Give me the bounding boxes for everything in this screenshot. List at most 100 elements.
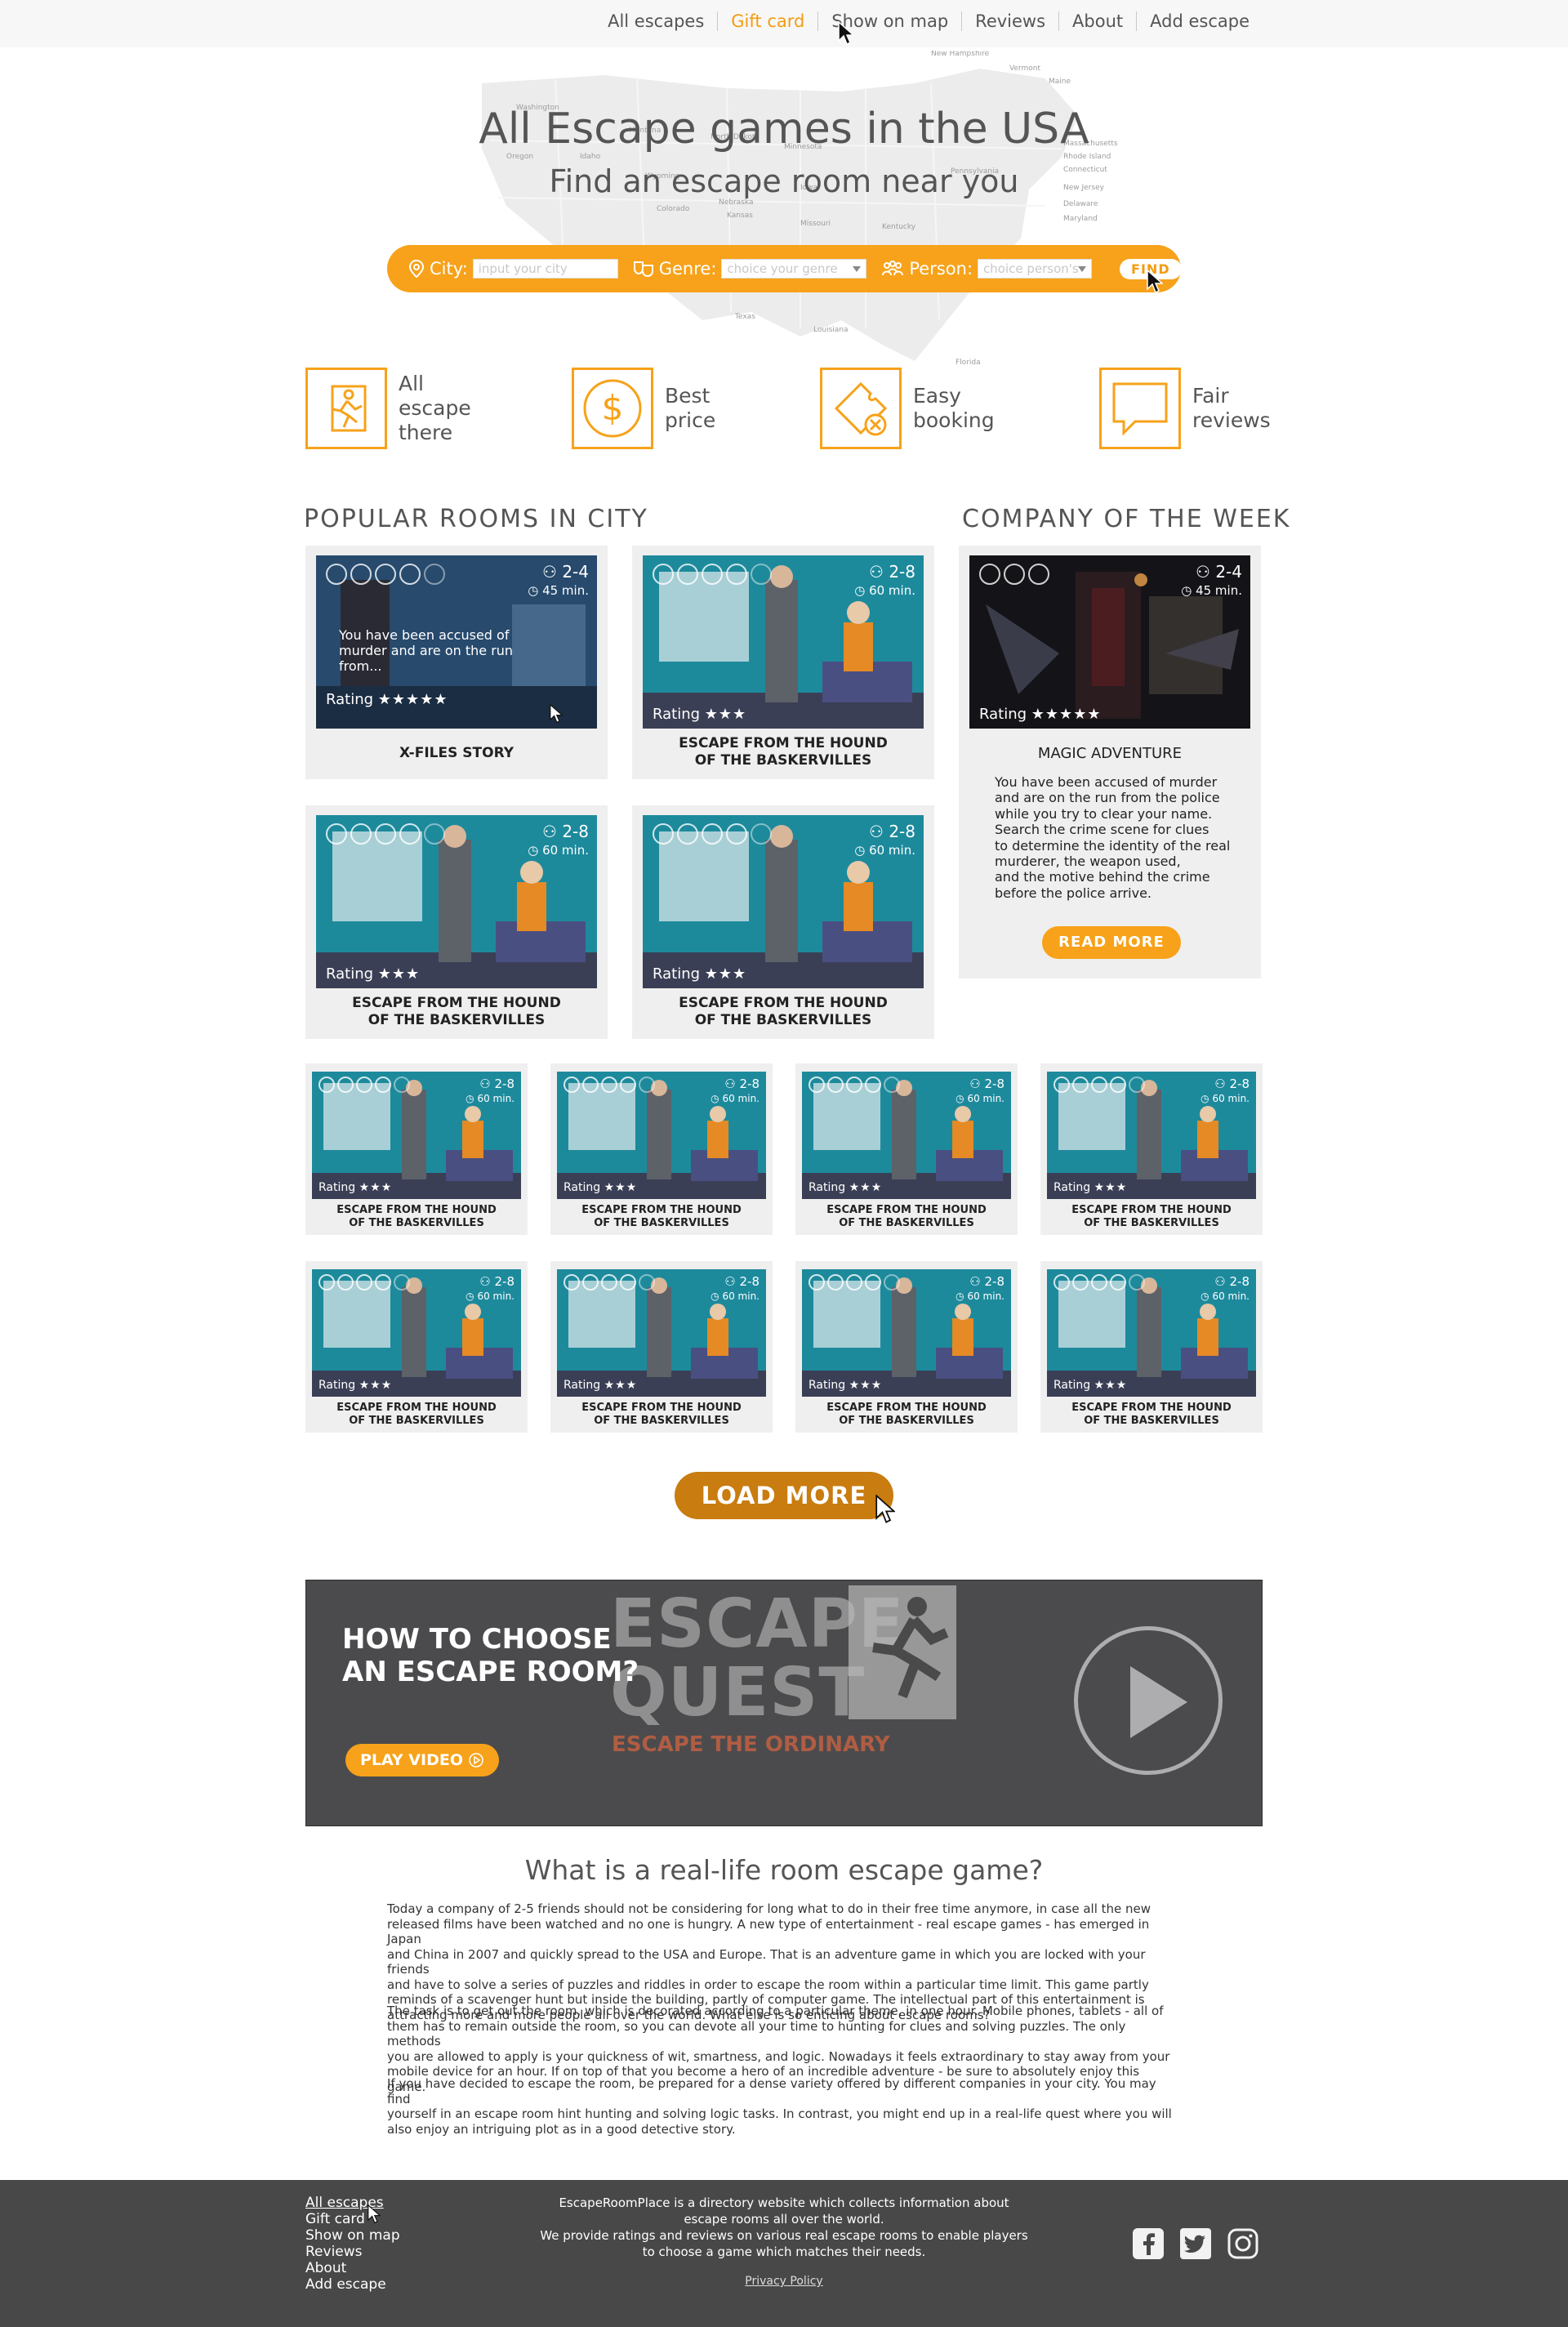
read-more-button[interactable]: READ MORE (1042, 926, 1181, 959)
rating-label: Rating (653, 965, 701, 983)
footer-link-add-escape[interactable]: Add escape (305, 2276, 400, 2293)
difficulty-brains (318, 1077, 412, 1093)
room-card-small[interactable]: ⚇ 2-8 ◷ 60 min. Rating ★★★ ESCAPE FROM T… (305, 1261, 528, 1433)
nav-about[interactable]: About (1058, 11, 1136, 31)
video-logo-tagline: ESCAPE THE ORDINARY (612, 1732, 890, 1757)
nav-all-escapes[interactable]: All escapes (595, 11, 717, 31)
city-input[interactable]: input your city (472, 259, 618, 279)
footer-link-all-escapes[interactable]: All escapes (305, 2195, 400, 2211)
brain-icon (424, 823, 445, 845)
persons-value: 2-8 (984, 1274, 1005, 1289)
brain-icon (582, 1274, 599, 1291)
room-image: ⚇ 2-4 ◷ 45 min. You have been accused of… (316, 555, 597, 729)
persons-count: ⚇ 2-8 (479, 1274, 514, 1289)
difficulty-brains (653, 564, 775, 585)
persons-count: ⚇ 2-8 (1214, 1274, 1250, 1289)
company-name: MAGIC ADVENTURE (1037, 745, 1183, 762)
duration: ◷ 60 min. (710, 1093, 760, 1104)
brain-icon (326, 823, 347, 845)
person-select-value: choice person's (983, 261, 1079, 276)
room-card-x-files[interactable]: ⚇ 2-4 ◷ 45 min. You have been accused of… (305, 546, 608, 779)
room-name-line: ESCAPE FROM THE HOUND (826, 1204, 987, 1216)
room-name: ESCAPE FROM THE HOUND OF THE BASKERVILLE… (305, 995, 608, 1029)
article-line: and have to solve a series of puzzles an… (387, 1977, 1149, 1992)
room-card-baskervilles[interactable]: ⚇ 2-8 ◷ 60 min. Rating ★★★ ESCAPE FROM T… (632, 546, 934, 779)
genre-select[interactable]: choice your genre (721, 259, 867, 279)
room-name-line: OF THE BASKERVILLES (349, 1217, 484, 1229)
room-card-small[interactable]: ⚇ 2-8 ◷ 60 min. Rating ★★★ ESCAPE FROM T… (1040, 1261, 1263, 1433)
privacy-policy-link[interactable]: Privacy Policy (539, 2275, 1029, 2288)
map-label: Idaho (580, 153, 601, 161)
feature-line: price (665, 408, 716, 432)
persons-value: 2-8 (739, 1077, 760, 1091)
genre-label: Genre: (658, 259, 717, 279)
room-name: ESCAPE FROM THE HOUND OF THE BASKERVILLE… (305, 1204, 528, 1230)
duration: ◷ 60 min. (956, 1291, 1004, 1302)
footer-link-reviews[interactable]: Reviews (305, 2244, 400, 2260)
room-name: ESCAPE FROM THE HOUND OF THE BASKERVILLE… (305, 1402, 528, 1428)
footer-link-show-on-map[interactable]: Show on map (305, 2227, 400, 2244)
brain-icon (677, 823, 698, 845)
brain-icon (979, 564, 1000, 585)
rating: Rating ★★★ (1054, 1379, 1127, 1392)
persons-value: 2-8 (984, 1077, 1005, 1091)
difficulty-brains (564, 1077, 657, 1093)
rating: Rating ★★★ (318, 1379, 392, 1392)
brain-icon (846, 1077, 862, 1093)
room-card-baskervilles[interactable]: ⚇ 2-8 ◷ 60 min. Rating ★★★ ESCAPE FROM T… (305, 805, 608, 1039)
rating: Rating ★★★ (1054, 1181, 1127, 1194)
map-label: Missouri (800, 220, 831, 228)
duration-value: 45 min. (1196, 583, 1242, 598)
room-name-line: ESCAPE FROM THE HOUND (581, 1402, 742, 1414)
brain-icon (375, 564, 396, 585)
room-card-small[interactable]: ⚇ 2-8 ◷ 60 min. Rating ★★★ ESCAPE FROM T… (305, 1063, 528, 1235)
article-line: and China in 2007 and quickly spread to … (387, 1946, 1146, 1977)
difficulty-brains (326, 564, 448, 585)
brain-icon (375, 823, 396, 845)
nav-gift-card[interactable]: Gift card (717, 11, 817, 31)
map-label: Louisiana (813, 326, 849, 334)
room-teaser: You have been accused of murder and are … (339, 627, 514, 674)
room-name-line: ESCAPE FROM THE HOUND (826, 1402, 987, 1414)
brain-icon (751, 564, 772, 585)
article-line: If you have decided to escape the room, … (387, 2076, 1156, 2106)
instagram-icon[interactable] (1227, 2227, 1259, 2260)
room-card-small[interactable]: ⚇ 2-8 ◷ 60 min. Rating ★★★ ESCAPE FROM T… (795, 1063, 1018, 1235)
room-card-small[interactable]: ⚇ 2-8 ◷ 60 min. Rating ★★★ ESCAPE FROM T… (1040, 1063, 1263, 1235)
persons-count: ⚇ 2-8 (969, 1077, 1004, 1091)
brain-icon (702, 564, 723, 585)
room-card-baskervilles[interactable]: ⚇ 2-8 ◷ 60 min. Rating ★★★ ESCAPE FROM T… (632, 805, 934, 1039)
room-card-small[interactable]: ⚇ 2-8 ◷ 60 min. Rating ★★★ ESCAPE FROM T… (795, 1261, 1018, 1433)
video-banner[interactable]: ESCAPE QUEST ESCAPE THE ORDINARY HOW TO … (305, 1580, 1263, 1826)
brain-icon (639, 1077, 655, 1093)
nav-add-escape[interactable]: Add escape (1136, 11, 1263, 31)
feature-best-price: $ Best price (572, 368, 715, 449)
room-name-line: OF THE BASKERVILLES (839, 1415, 974, 1427)
footer-link-gift-card[interactable]: Gift card (305, 2211, 400, 2227)
footer-link-about[interactable]: About (305, 2260, 400, 2276)
room-name-line: OF THE BASKERVILLES (368, 1012, 546, 1028)
map-label: Oregon (506, 153, 533, 161)
play-video-button[interactable]: PLAY VIDEO (345, 1744, 499, 1776)
brain-icon (1054, 1077, 1070, 1093)
room-card-small[interactable]: ⚇ 2-8 ◷ 60 min. Rating ★★★ ESCAPE FROM T… (550, 1063, 773, 1235)
rating-stars: ★★★ (1094, 1181, 1128, 1194)
play-video-label: PLAY VIDEO (360, 1751, 463, 1769)
map-label: Delaware (1063, 200, 1098, 208)
exit-sign-icon (849, 1585, 956, 1719)
map-label: Kansas (727, 212, 753, 220)
brain-icon (808, 1077, 825, 1093)
chevron-down-icon (1078, 266, 1087, 272)
person-select[interactable]: choice person's (978, 259, 1093, 279)
twitter-icon[interactable] (1179, 2227, 1212, 2260)
city-label: City: (430, 259, 468, 279)
feature-line: Fair (1192, 384, 1229, 408)
nav-reviews[interactable]: Reviews (961, 11, 1058, 31)
mouse-cursor-icon (1147, 270, 1163, 294)
play-icon[interactable] (1074, 1626, 1223, 1775)
brain-icon (337, 1077, 354, 1093)
facebook-icon[interactable] (1132, 2227, 1165, 2260)
room-name-line: OF THE BASKERVILLES (694, 1012, 872, 1028)
room-card-small[interactable]: ⚇ 2-8 ◷ 60 min. Rating ★★★ ESCAPE FROM T… (550, 1261, 773, 1433)
load-more-button[interactable]: LOAD MORE (675, 1472, 893, 1519)
